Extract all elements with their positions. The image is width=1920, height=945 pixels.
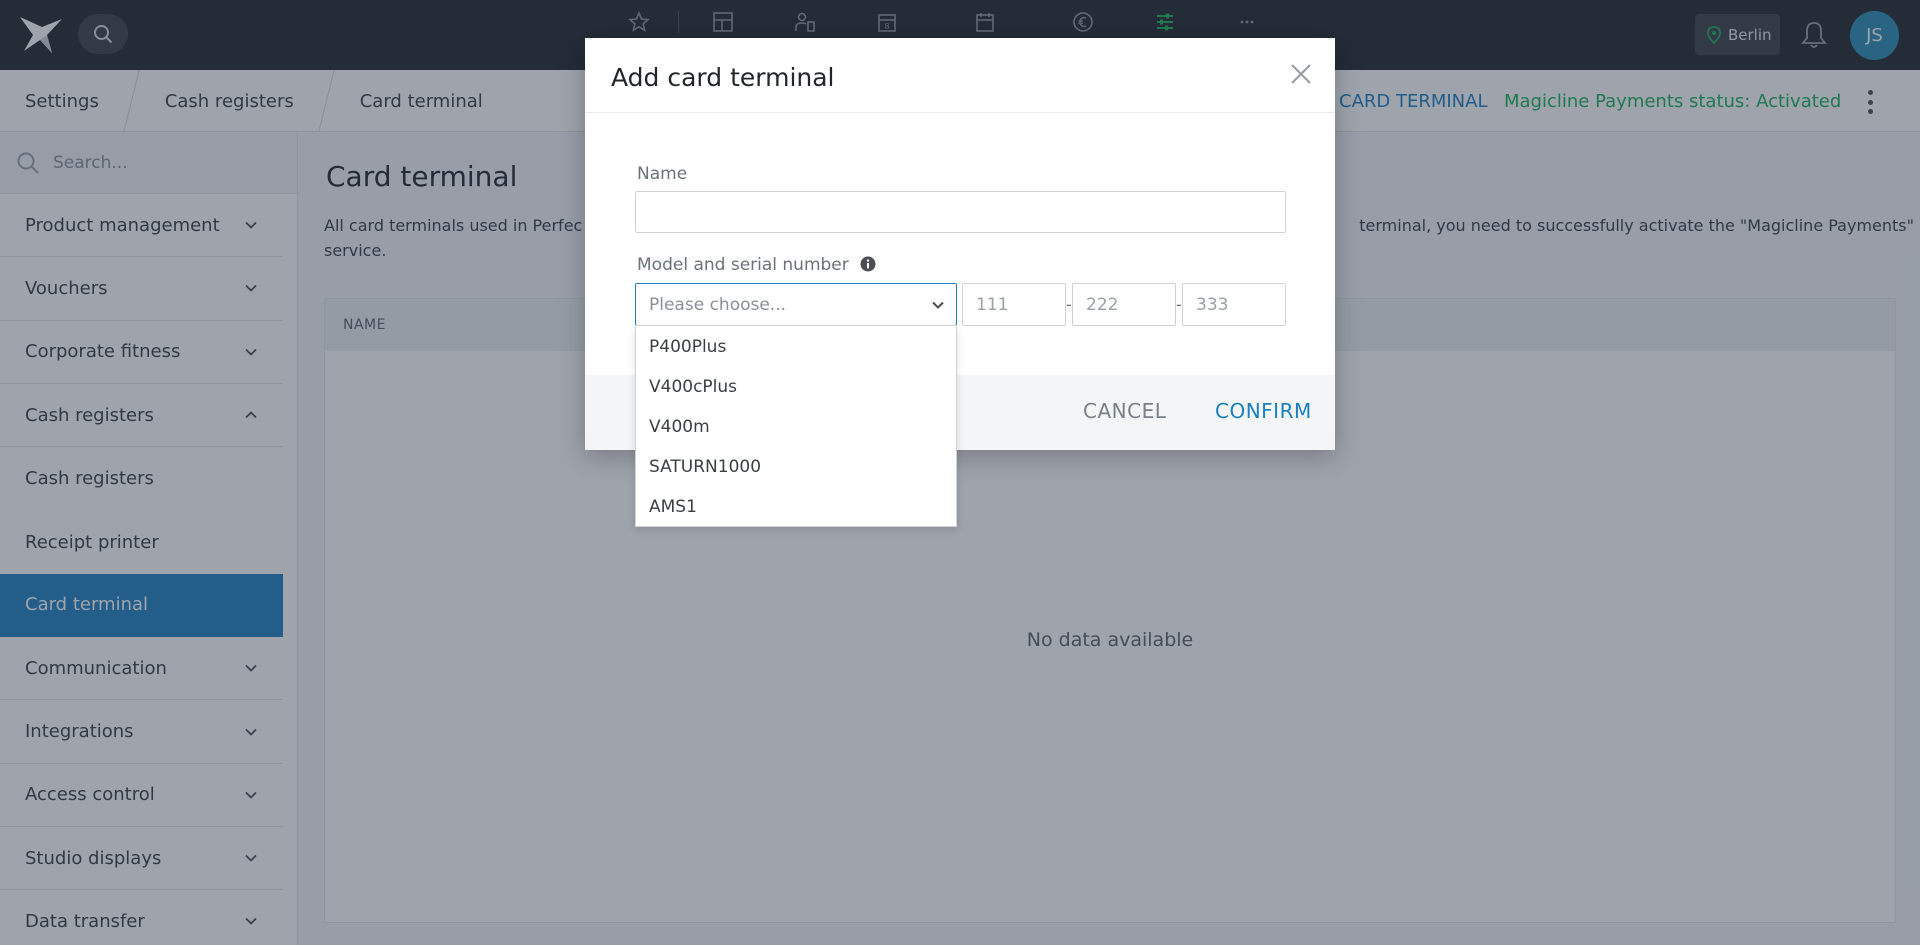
dropdown-option[interactable]: V400m bbox=[636, 407, 956, 447]
model-serial-label-text: Model and serial number bbox=[637, 255, 849, 275]
name-label: Name bbox=[637, 164, 688, 184]
serial-dash: - bbox=[1176, 295, 1182, 314]
model-dropdown-list: P400Plus V400cPlus V400m SATURN1000 AMS1 bbox=[635, 325, 957, 527]
dropdown-option[interactable]: P400Plus bbox=[636, 327, 956, 367]
serial-part-3-input[interactable]: 333 bbox=[1182, 283, 1286, 326]
dialog-title: Add card terminal bbox=[611, 63, 835, 92]
serial-dash: - bbox=[1066, 295, 1072, 314]
model-select-placeholder: Please choose... bbox=[649, 294, 787, 315]
info-icon[interactable] bbox=[860, 256, 876, 272]
serial-part-1-input[interactable]: 111 bbox=[962, 283, 1066, 326]
serial-part-2-input[interactable]: 222 bbox=[1072, 283, 1176, 326]
confirm-button[interactable]: CONFIRM bbox=[1215, 399, 1312, 423]
dialog-header: Add card terminal bbox=[585, 38, 1335, 113]
dropdown-option[interactable]: V400cPlus bbox=[636, 367, 956, 407]
chevron-down-icon bbox=[932, 301, 944, 309]
dropdown-option[interactable]: SATURN1000 bbox=[636, 447, 956, 487]
cancel-button[interactable]: CANCEL bbox=[1083, 399, 1166, 423]
dropdown-option[interactable]: AMS1 bbox=[636, 487, 956, 527]
close-icon[interactable] bbox=[1289, 62, 1313, 86]
model-serial-label: Model and serial number bbox=[637, 255, 876, 275]
model-select[interactable]: Please choose... bbox=[635, 283, 957, 326]
name-field[interactable] bbox=[635, 191, 1286, 233]
